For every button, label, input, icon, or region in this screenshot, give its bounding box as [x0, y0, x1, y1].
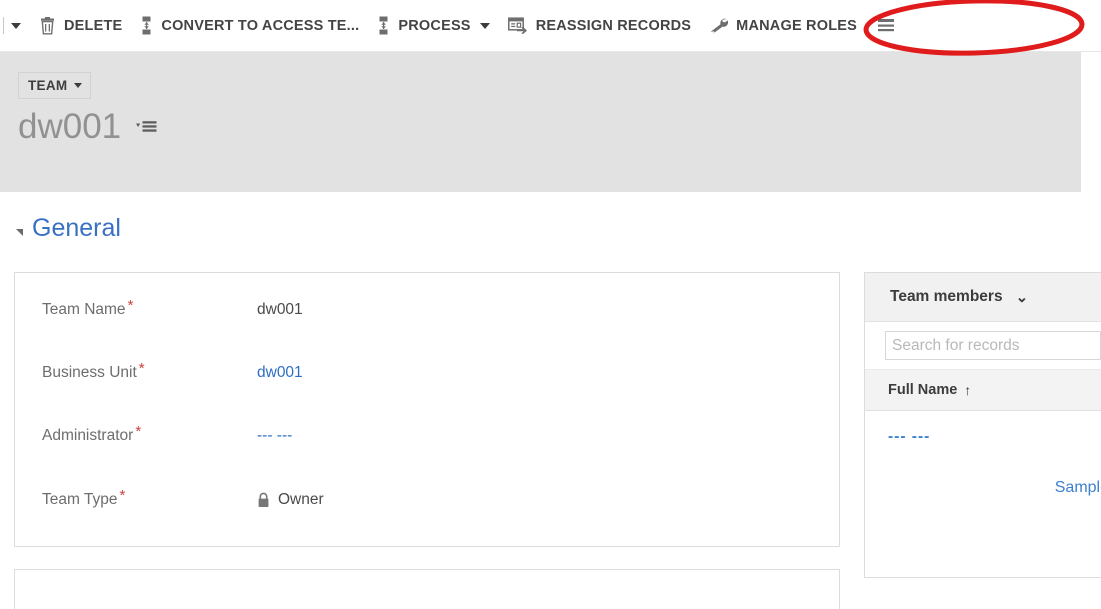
breadcrumb-caret-icon [74, 83, 83, 88]
field-row-business-unit: Business Unit * dw001 [15, 358, 839, 388]
subgrid-header[interactable]: Team members ⌄ [865, 273, 1101, 322]
field-label-business-unit: Business Unit * [42, 359, 145, 381]
field-row-team-name: Team Name * dw001 [15, 295, 839, 325]
column-header-label: Full Name [888, 382, 958, 398]
process-caret-icon [479, 22, 490, 29]
overflow-command-button[interactable] [866, 6, 904, 46]
field-row-team-type: Team Type * Owner [15, 485, 839, 515]
section-header-general[interactable]: General [16, 214, 121, 242]
required-indicator: * [138, 359, 145, 377]
required-indicator: * [119, 486, 126, 504]
secondary-form-card [14, 569, 840, 609]
field-value-administrator[interactable]: --- --- [257, 427, 292, 445]
convert-to-access-team-label: CONVERT TO ACCESS TE... [161, 17, 360, 34]
lock-icon [257, 492, 270, 508]
command-bar: DELETE CONVERT TO ACCESS TE... PROCESS R… [0, 0, 1101, 52]
manage-roles-label: MANAGE ROLES [736, 17, 857, 34]
more-commands-caret-icon [11, 22, 21, 29]
collapse-triangle-icon [16, 228, 23, 236]
breadcrumb-entity-team[interactable]: TEAM [18, 72, 92, 99]
record-header-band: TEAM dw001 [0, 52, 1081, 192]
convert-team-icon [140, 16, 153, 35]
general-form-card: Team Name * dw001 Business Unit * dw001 Ad… [14, 272, 840, 547]
form-body: General Team Name * dw001 Business Unit * … [0, 192, 1101, 609]
trash-icon [39, 16, 56, 35]
more-commands-button[interactable] [4, 6, 30, 46]
subgrid-search-row [865, 322, 1101, 369]
convert-to-access-team-button[interactable]: CONVERT TO ACCESS TE... [131, 6, 368, 46]
required-indicator: * [135, 422, 142, 440]
delete-button-label: DELETE [64, 17, 123, 34]
process-icon [377, 16, 390, 35]
list-overflow-icon [878, 18, 895, 34]
subgrid-title: Team members [890, 288, 1003, 305]
field-label-team-type: Team Type * [42, 486, 126, 508]
manage-roles-button[interactable]: MANAGE ROLES [700, 6, 866, 46]
delete-button[interactable]: DELETE [30, 6, 131, 46]
chevron-down-icon[interactable]: ⌄ [1016, 290, 1029, 305]
manage-roles-icon [709, 17, 729, 35]
field-label-team-name: Team Name * [42, 296, 134, 318]
breadcrumb-label: TEAM [28, 78, 68, 93]
search-input[interactable] [885, 331, 1101, 360]
table-row[interactable]: Sample [865, 463, 1101, 513]
field-value-team-name[interactable]: dw001 [257, 301, 303, 319]
process-button[interactable]: PROCESS [368, 6, 498, 46]
section-title: General [32, 214, 121, 242]
team-members-subgrid: Team members ⌄ Full Name ↑ --- --- Sampl… [864, 272, 1101, 578]
field-row-administrator: Administrator * --- --- [15, 421, 839, 451]
table-row[interactable]: --- --- [865, 411, 1101, 463]
field-value-team-type: Owner [257, 491, 324, 509]
reassign-records-icon [507, 16, 528, 35]
required-indicator: * [127, 296, 134, 314]
subgrid-column-header-full-name[interactable]: Full Name ↑ [865, 369, 1101, 411]
sort-ascending-icon: ↑ [964, 382, 972, 398]
sample-record-link[interactable]: Sample [1055, 479, 1101, 497]
cell-full-name[interactable]: --- --- [888, 428, 930, 446]
process-button-label: PROCESS [398, 17, 471, 34]
form-selector-icon[interactable] [135, 116, 163, 138]
reassign-records-button[interactable]: REASSIGN RECORDS [499, 6, 700, 46]
field-value-business-unit[interactable]: dw001 [257, 364, 303, 382]
field-label-administrator: Administrator * [42, 422, 142, 444]
page-title: dw001 [18, 107, 122, 146]
reassign-records-label: REASSIGN RECORDS [535, 17, 692, 34]
record-title-row: dw001 [18, 107, 163, 147]
